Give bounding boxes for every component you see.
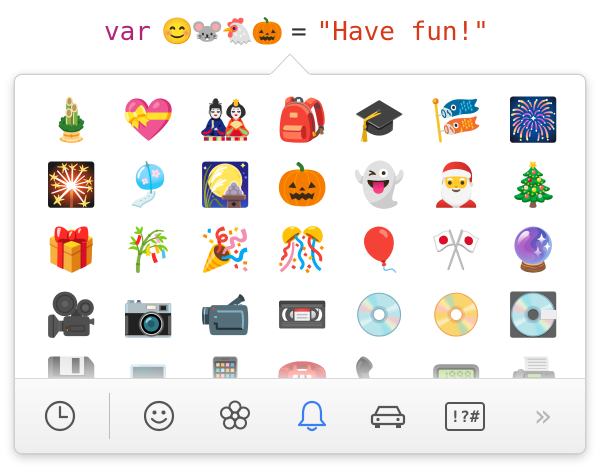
popover-pointer bbox=[270, 53, 310, 76]
emoji-cell[interactable]: 🎄 bbox=[495, 152, 572, 217]
emoji-cell[interactable]: 🎒 bbox=[264, 87, 341, 152]
code-string: "Have fun!" bbox=[316, 17, 489, 47]
emoji-cell[interactable]: 📹 bbox=[187, 282, 264, 347]
emoji-cell[interactable]: 🎊 bbox=[264, 217, 341, 282]
emoji-cell[interactable]: 🎉 bbox=[187, 217, 264, 282]
emoji-cell[interactable]: 🎏 bbox=[418, 87, 495, 152]
code-keyword: var bbox=[104, 17, 151, 47]
emoji-cell[interactable]: 🎍 bbox=[33, 87, 110, 152]
symbols-icon[interactable]: !?# bbox=[440, 391, 490, 441]
emoji-cell[interactable]: 🎥 bbox=[33, 282, 110, 347]
code-emoji-4: 🎃 bbox=[250, 17, 284, 47]
emoji-cell[interactable]: 🔮 bbox=[495, 217, 572, 282]
emoji-cell[interactable]: 📷 bbox=[110, 282, 187, 347]
code-line: var 😊 🐭 🐔 🎃 = "Have fun!" bbox=[104, 14, 489, 50]
emoji-cell[interactable]: 🎁 bbox=[33, 217, 110, 282]
emoji-cell[interactable]: 🎌 bbox=[418, 217, 495, 282]
emoji-cell[interactable]: 🎈 bbox=[341, 217, 418, 282]
objects-bell-icon[interactable] bbox=[287, 391, 337, 441]
emoji-cell[interactable]: 🎇 bbox=[33, 152, 110, 217]
code-emoji-3: 🐔 bbox=[220, 17, 254, 47]
emoji-cell[interactable]: 🎅 bbox=[418, 152, 495, 217]
emoji-cell[interactable]: 🎋 bbox=[110, 217, 187, 282]
emoji-cell[interactable]: 🎐 bbox=[110, 152, 187, 217]
emoji-grid: 🎍💝🎎🎒🎓🎏🎆🎇🎐🎑🎃👻🎅🎄🎁🎋🎉🎊🎈🎌🔮🎥📷📹📼💿📀💽💾💻📱☎️📞📟📠 bbox=[15, 75, 585, 400]
toolbar-divider bbox=[109, 393, 110, 439]
places-car-icon[interactable] bbox=[363, 391, 413, 441]
category-toolbar: !?# » bbox=[15, 378, 585, 453]
recent-clock-icon[interactable] bbox=[35, 391, 85, 441]
nature-flower-icon[interactable] bbox=[210, 391, 260, 441]
emoji-cell[interactable]: 📼 bbox=[264, 282, 341, 347]
code-emoji-sequence: 😊 🐭 🐔 🎃 bbox=[160, 17, 284, 47]
more-icon-glyph: » bbox=[533, 398, 553, 434]
emoji-cell[interactable]: 🎑 bbox=[187, 152, 264, 217]
more-icon[interactable]: » bbox=[515, 391, 565, 441]
emoji-cell[interactable]: 🎓 bbox=[341, 87, 418, 152]
emoji-cell[interactable]: 🎃 bbox=[264, 152, 341, 217]
emoji-cell[interactable]: 💽 bbox=[495, 282, 572, 347]
emoji-cell[interactable]: 📀 bbox=[418, 282, 495, 347]
code-emoji-2: 🐭 bbox=[190, 17, 224, 47]
emoji-picker-popover: 🎍💝🎎🎒🎓🎏🎆🎇🎐🎑🎃👻🎅🎄🎁🎋🎉🎊🎈🎌🔮🎥📷📹📼💿📀💽💾💻📱☎️📞📟📠 bbox=[14, 74, 586, 454]
emoji-cell[interactable]: 💿 bbox=[341, 282, 418, 347]
people-smiley-icon[interactable] bbox=[134, 391, 184, 441]
code-operator: = bbox=[290, 17, 307, 47]
emoji-cell[interactable]: 💝 bbox=[110, 87, 187, 152]
symbols-icon-label: !?# bbox=[444, 401, 486, 431]
emoji-cell[interactable]: 🎎 bbox=[187, 87, 264, 152]
emoji-cell[interactable]: 🎆 bbox=[495, 87, 572, 152]
code-emoji-1: 😊 bbox=[160, 17, 194, 47]
emoji-cell[interactable]: 👻 bbox=[341, 152, 418, 217]
